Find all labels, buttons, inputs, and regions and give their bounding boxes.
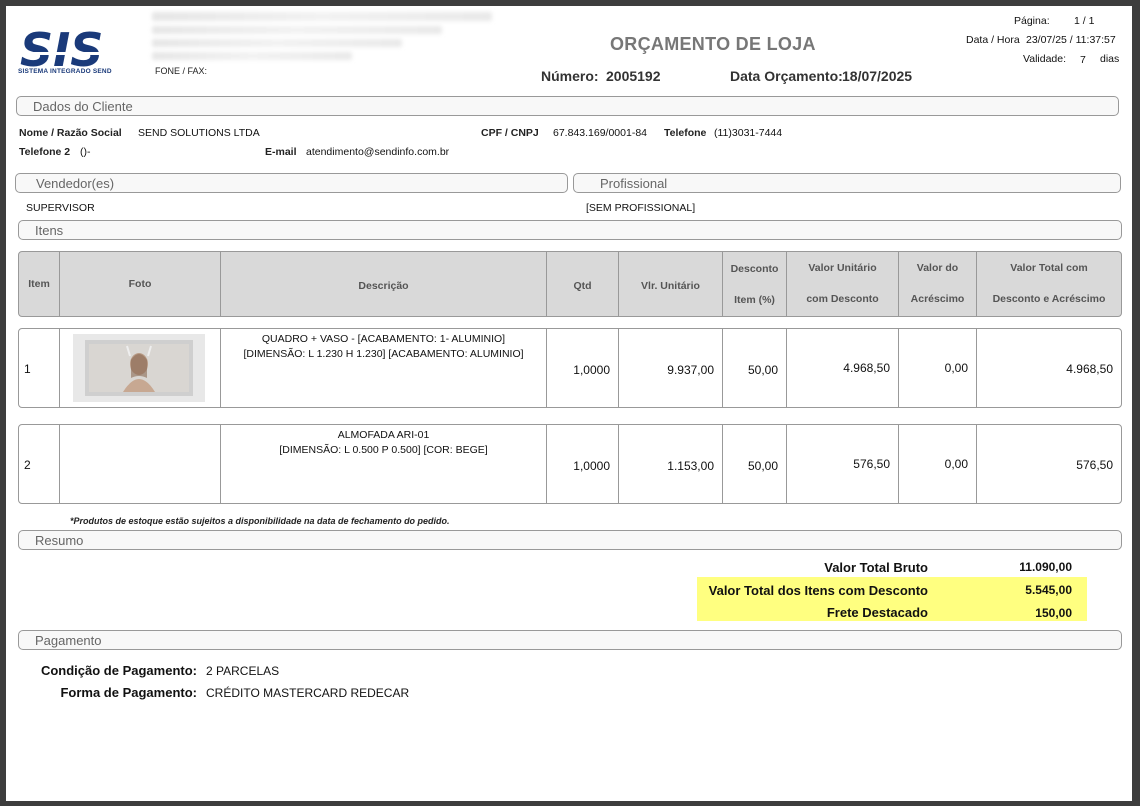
date-value: 18/07/2025 [842, 68, 913, 84]
discounted-total-label: Valor Total dos Itens com Desconto [708, 583, 928, 598]
addition-cell: 0,00 [899, 425, 977, 503]
item-number: 1 [19, 329, 60, 407]
addition-cell: 0,00 [899, 329, 977, 407]
product-photo [73, 334, 205, 402]
table-row: 2 ALMOFADA ARI-01 [DIMENSÃO: L 0.500 P 0… [18, 424, 1122, 504]
client-section-title: Dados do Cliente [33, 99, 133, 114]
sellers-section-header: Vendedor(es) [15, 173, 568, 193]
col-addition: Valor do Acréscimo [899, 252, 977, 316]
col-unit-price: Vlr. Unitário [619, 252, 723, 316]
summary-section-title: Resumo [35, 533, 84, 548]
payment-section-header: Pagamento [18, 630, 1122, 650]
email-label: E-mail [265, 146, 297, 158]
phone-value: (11)3031-7444 [714, 127, 783, 139]
page-label: Página: [1014, 15, 1050, 27]
description-cell: ALMOFADA ARI-01 [DIMENSÃO: L 0.500 P 0.5… [221, 425, 547, 503]
phone-label: Telefone [664, 127, 707, 139]
name-value: SEND SOLUTIONS LTDA [138, 127, 260, 139]
unit-discounted-cell: 4.968,50 [787, 329, 899, 407]
unit-discounted-cell: 576,50 [787, 425, 899, 503]
items-table-header: Item Foto Descrição Qtd Vlr. Unitário De… [18, 251, 1122, 317]
number-label: Número: [541, 68, 599, 84]
date-label: Data Orçamento: [730, 68, 843, 84]
phone2-value: ()- [80, 146, 91, 158]
payment-condition-value: 2 PARCELAS [206, 664, 280, 678]
description-line2: [DIMENSÃO: L 1.230 H 1.230] [ACABAMENTO:… [243, 348, 524, 360]
description-cell: QUADRO + VASO - [ACABAMENTO: 1- ALUMINIO… [221, 329, 547, 407]
discount-cell: 50,00 [723, 425, 787, 503]
qty-cell: 1,0000 [547, 329, 619, 407]
professional-section-title: Profissional [600, 176, 668, 191]
validity-label: Validade: [1023, 53, 1067, 65]
table-row: 1 QUADRO + VASO - [ACABAMENTO: 1- ALUMIN… [18, 328, 1122, 408]
unit-price-cell: 9.937,00 [619, 329, 723, 407]
discount-cell: 50,00 [723, 329, 787, 407]
validity-value: 7 [1080, 54, 1086, 66]
datetime-label: Data / Hora [966, 34, 1020, 46]
blurred-company-info [152, 26, 442, 34]
number-value: 2005192 [606, 68, 661, 84]
total-cell: 576,50 [1076, 458, 1113, 472]
gross-total-value: 11.090,00 [1019, 560, 1072, 574]
total-cell: 4.968,50 [1066, 362, 1113, 376]
items-section-title: Itens [35, 223, 64, 238]
qty-cell: 1,0000 [547, 425, 619, 503]
gross-total-label: Valor Total Bruto [824, 560, 928, 575]
payment-method-label: Forma de Pagamento: [60, 685, 197, 700]
datetime-value: 23/07/25 / 11:37:57 [1026, 34, 1116, 46]
cpf-label: CPF / CNPJ [481, 127, 539, 139]
payment-condition-label: Condição de Pagamento: [40, 663, 197, 678]
logo-subtitle: SISTEMA INTEGRADO SEND [18, 68, 112, 75]
description-line2: [DIMENSÃO: L 0.500 P 0.500] [COR: BEGE] [279, 444, 488, 456]
blurred-company-info [152, 39, 402, 47]
phone-fax-label: FONE / FAX: [155, 66, 208, 76]
blurred-company-info [152, 12, 492, 21]
freight-value: 150,00 [1035, 606, 1072, 620]
photo-cell [60, 425, 221, 503]
freight-label: Frete Destacado [826, 605, 928, 620]
document-title: ORÇAMENTO DE LOJA [610, 34, 816, 54]
professional-value: [SEM PROFISSIONAL] [586, 202, 696, 214]
items-section-header: Itens [18, 220, 1122, 240]
col-discount: Desconto Item (%) [723, 252, 787, 316]
page-value: 1 / 1 [1074, 15, 1095, 27]
col-photo: Foto [60, 252, 221, 316]
payment-section-title: Pagamento [35, 633, 102, 648]
phone2-label: Telefone 2 [19, 146, 71, 158]
unit-price-cell: 1.153,00 [619, 425, 723, 503]
validity-unit: dias [1100, 53, 1120, 65]
payment-method-value: CRÉDITO MASTERCARD REDECAR [206, 686, 410, 700]
col-unit-discounted: Valor Unitário com Desconto [787, 252, 899, 316]
cpf-value: 67.843.169/0001-84 [553, 127, 648, 139]
professional-section-header: Profissional [573, 173, 1121, 193]
stock-note: *Produtos de estoque estão sujeitos a di… [70, 516, 450, 526]
item-number: 2 [19, 425, 60, 503]
name-label: Nome / Razão Social [19, 127, 122, 139]
document-page: SIS SISTEMA INTEGRADO SEND FONE / FAX: O… [6, 6, 1132, 801]
seller-value: SUPERVISOR [26, 202, 95, 214]
client-section-header: Dados do Cliente [16, 96, 1119, 116]
summary-section-header: Resumo [18, 530, 1122, 550]
discounted-total-value: 5.545,00 [1025, 583, 1072, 597]
col-total: Valor Total com Desconto e Acréscimo [992, 262, 1106, 305]
col-item: Item [19, 252, 60, 316]
blurred-company-info [152, 52, 352, 60]
photo-cell [60, 329, 221, 407]
col-description: Descrição [221, 252, 547, 316]
description-line1: QUADRO + VASO - [ACABAMENTO: 1- ALUMINIO… [261, 333, 506, 345]
col-qty: Qtd [547, 252, 619, 316]
description-line1: ALMOFADA ARI-01 [337, 429, 430, 441]
sellers-section-title: Vendedor(es) [36, 176, 115, 191]
email-value: atendimento@sendinfo.com.br [306, 146, 450, 158]
